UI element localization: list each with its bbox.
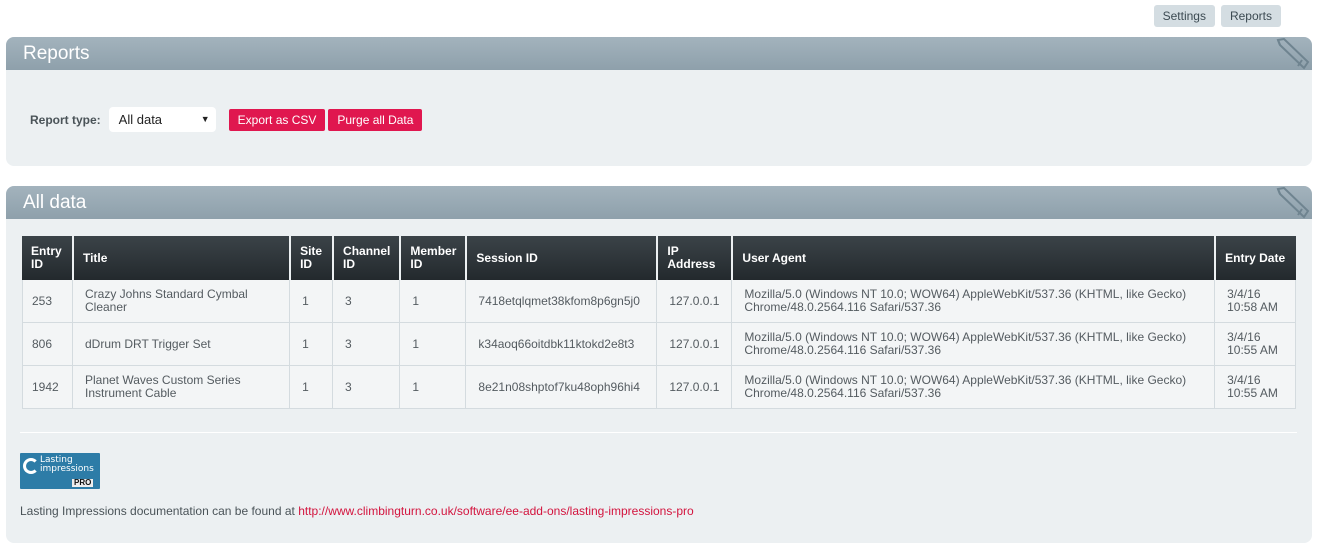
col-entry-date[interactable]: Entry Date bbox=[1214, 236, 1296, 280]
pencil-icon bbox=[1276, 38, 1310, 70]
lasting-impressions-pro-logo: Lasting impressions PRO bbox=[20, 453, 100, 489]
cell-session-id: 8e21n08shptof7ku48oph96hi4 bbox=[465, 366, 657, 409]
data-table: Entry ID Title Site ID Channel ID Member ID … bbox=[22, 236, 1296, 409]
cell-site-id: 1 bbox=[289, 366, 333, 409]
cell-channel-id: 3 bbox=[332, 323, 400, 366]
cell-title: dDrum DRT Trigger Set bbox=[71, 323, 290, 366]
cell-site-id: 1 bbox=[289, 280, 333, 323]
cell-member-id: 1 bbox=[399, 280, 466, 323]
logo-pro-text: PRO bbox=[72, 478, 94, 487]
cell-entry-date: 3/4/16 10:55 AM bbox=[1214, 323, 1296, 366]
cell-session-id: 7418etqlqmet38kfom8p6gn5j0 bbox=[465, 280, 657, 323]
cell-session-id: k34aoq66oitdbk11ktokd2e8t3 bbox=[465, 323, 657, 366]
reports-panel-title: Reports bbox=[23, 43, 90, 64]
cell-ip-address: 127.0.0.1 bbox=[656, 366, 732, 409]
cell-entry-date: 3/4/16 10:55 AM bbox=[1214, 366, 1296, 409]
divider bbox=[20, 432, 1297, 433]
cell-title: Planet Waves Custom Series Instrument Cab… bbox=[71, 366, 290, 409]
docs-link[interactable]: http://www.climbingturn.co.uk/software/e… bbox=[298, 504, 694, 518]
logo-ring-icon bbox=[23, 458, 39, 474]
cell-ip-address: 127.0.0.1 bbox=[656, 323, 732, 366]
cell-entry-id: 253 bbox=[22, 280, 72, 323]
caret-down-icon: ▼ bbox=[200, 114, 210, 124]
col-site-id[interactable]: Site ID bbox=[289, 236, 333, 280]
table-row: 806 dDrum DRT Trigger Set 1 3 1 k34aoq66… bbox=[22, 323, 1296, 366]
table-header-row: Entry ID Title Site ID Channel ID Member ID … bbox=[22, 236, 1296, 280]
reports-panel-header: Reports bbox=[6, 37, 1312, 70]
cell-user-agent: Mozilla/5.0 (Windows NT 10.0; WOW64) App… bbox=[731, 366, 1215, 409]
table-row: 1942 Planet Waves Custom Series Instrumen… bbox=[22, 366, 1296, 409]
cell-channel-id: 3 bbox=[332, 366, 400, 409]
cell-entry-date: 3/4/16 10:58 AM bbox=[1214, 280, 1296, 323]
col-user-agent[interactable]: User Agent bbox=[731, 236, 1215, 280]
cell-entry-id: 1942 bbox=[22, 366, 72, 409]
report-type-select[interactable]: All data ▼ bbox=[108, 107, 216, 132]
col-entry-id[interactable]: Entry ID bbox=[22, 236, 72, 280]
purge-data-button[interactable]: Purge all Data bbox=[328, 108, 423, 131]
reports-panel: Reports Report type: All data ▼ Export a… bbox=[6, 37, 1312, 166]
col-title[interactable]: Title bbox=[71, 236, 290, 280]
cell-member-id: 1 bbox=[399, 323, 466, 366]
settings-button[interactable]: Settings bbox=[1153, 5, 1215, 27]
cell-site-id: 1 bbox=[289, 323, 333, 366]
top-navigation: Settings Reports bbox=[1153, 5, 1281, 27]
col-session-id[interactable]: Session ID bbox=[465, 236, 657, 280]
cell-user-agent: Mozilla/5.0 (Windows NT 10.0; WOW64) App… bbox=[731, 323, 1215, 366]
pencil-icon bbox=[1276, 187, 1310, 219]
cell-entry-id: 806 bbox=[22, 323, 72, 366]
all-data-panel: All data Entry ID Title Site ID Channel ID … bbox=[6, 186, 1312, 543]
documentation-note: Lasting Impressions documentation can be… bbox=[20, 504, 694, 518]
cell-title: Crazy Johns Standard Cymbal Cleaner bbox=[71, 280, 290, 323]
all-data-panel-header: All data bbox=[6, 186, 1312, 219]
col-member-id[interactable]: Member ID bbox=[399, 236, 466, 280]
cell-channel-id: 3 bbox=[332, 280, 400, 323]
report-filter-row: Report type: All data ▼ Export as CSV Pu… bbox=[30, 107, 425, 132]
col-channel-id[interactable]: Channel ID bbox=[332, 236, 400, 280]
logo-brand-text: Lasting impressions bbox=[40, 455, 94, 474]
cell-user-agent: Mozilla/5.0 (Windows NT 10.0; WOW64) App… bbox=[731, 280, 1215, 323]
col-ip-address[interactable]: IP Address bbox=[656, 236, 732, 280]
report-type-value: All data bbox=[118, 112, 163, 127]
all-data-panel-title: All data bbox=[23, 192, 87, 213]
docs-text: Lasting Impressions documentation can be… bbox=[20, 504, 299, 518]
export-csv-button[interactable]: Export as CSV bbox=[228, 108, 326, 131]
reports-button[interactable]: Reports bbox=[1220, 5, 1281, 27]
table-row: 253 Crazy Johns Standard Cymbal Cleaner 1… bbox=[22, 280, 1296, 323]
cell-member-id: 1 bbox=[399, 366, 466, 409]
report-type-label: Report type: bbox=[30, 112, 101, 127]
cell-ip-address: 127.0.0.1 bbox=[656, 280, 732, 323]
